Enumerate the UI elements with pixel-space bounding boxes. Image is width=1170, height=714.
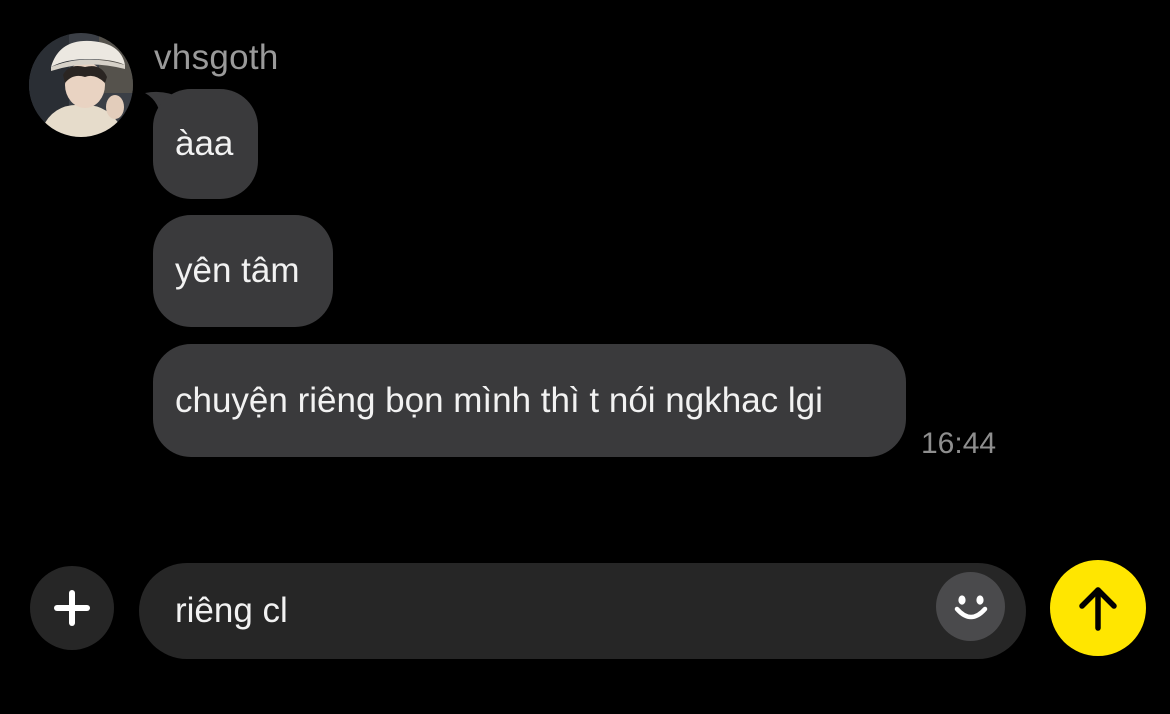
send-button[interactable]: [1050, 560, 1146, 656]
plus-icon: [54, 590, 90, 626]
chat-screen: vhsgoth àaa yên tâm chuyện riêng bọn mìn…: [0, 0, 1170, 714]
message-bubble[interactable]: yên tâm: [153, 215, 333, 327]
sender-avatar[interactable]: [29, 33, 133, 137]
emoji-button[interactable]: [936, 572, 1005, 641]
add-attachment-button[interactable]: [30, 566, 114, 650]
message-input-bar[interactable]: riêng cl: [139, 563, 1026, 659]
sender-name: vhsgoth: [154, 38, 279, 77]
message-timestamp: 16:44: [921, 427, 997, 460]
message-bubble[interactable]: àaa: [153, 89, 258, 199]
smiley-face-icon: [954, 594, 987, 619]
message-text: yên tâm: [175, 251, 300, 290]
message-text: chuyện riêng bọn mình thì t nói ngkhac l…: [175, 380, 823, 420]
message-input[interactable]: riêng cl: [175, 563, 288, 659]
message-text: àaa: [175, 124, 234, 163]
arrow-up-icon: [1079, 587, 1117, 631]
avatar-photo: [29, 33, 133, 137]
message-bubble[interactable]: chuyện riêng bọn mình thì t nói ngkhac l…: [153, 344, 906, 457]
